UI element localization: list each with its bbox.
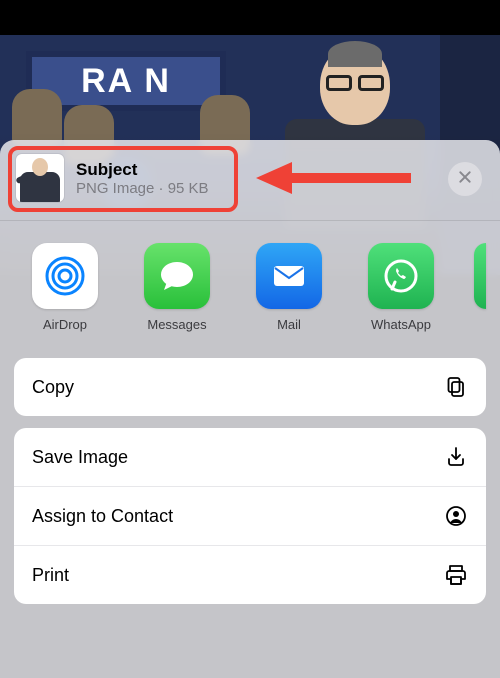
file-thumbnail[interactable] bbox=[16, 154, 64, 202]
download-icon bbox=[444, 445, 468, 469]
share-apps-row[interactable]: AirDrop Messages Mail bbox=[0, 221, 500, 348]
mail-icon bbox=[256, 243, 322, 309]
copy-icon bbox=[444, 375, 468, 399]
app-label: AirDrop bbox=[43, 317, 87, 332]
action-label: Print bbox=[32, 565, 69, 586]
messages-icon bbox=[144, 243, 210, 309]
share-sheet: Subject PNG Image · 95 KB bbox=[0, 140, 500, 678]
action-assign-to-contact[interactable]: Assign to Contact bbox=[14, 486, 486, 545]
action-label: Assign to Contact bbox=[32, 506, 173, 527]
contact-icon bbox=[444, 504, 468, 528]
airdrop-icon bbox=[32, 243, 98, 309]
actions-group-1: Copy bbox=[14, 358, 486, 416]
action-print[interactable]: Print bbox=[14, 545, 486, 604]
app-messages[interactable]: Messages bbox=[134, 243, 220, 332]
whatsapp-icon bbox=[368, 243, 434, 309]
file-title: Subject bbox=[76, 160, 209, 180]
action-save-image[interactable]: Save Image bbox=[14, 428, 486, 486]
app-mail[interactable]: Mail bbox=[246, 243, 332, 332]
app-label: WhatsApp bbox=[371, 317, 431, 332]
file-subtitle: PNG Image · 95 KB bbox=[76, 180, 209, 197]
app-airdrop[interactable]: AirDrop bbox=[22, 243, 108, 332]
app-more[interactable] bbox=[470, 243, 490, 332]
action-copy[interactable]: Copy bbox=[14, 358, 486, 416]
print-icon bbox=[444, 563, 468, 587]
share-header: Subject PNG Image · 95 KB bbox=[0, 140, 500, 220]
action-label: Save Image bbox=[32, 447, 128, 468]
close-icon bbox=[457, 169, 473, 190]
app-whatsapp[interactable]: WhatsApp bbox=[358, 243, 444, 332]
action-label: Copy bbox=[32, 377, 74, 398]
actions-group-2: Save Image Assign to Contact bbox=[14, 428, 486, 604]
close-button[interactable] bbox=[448, 162, 482, 196]
app-label: Mail bbox=[277, 317, 301, 332]
next-app-peek bbox=[474, 243, 486, 309]
app-label: Messages bbox=[147, 317, 206, 332]
